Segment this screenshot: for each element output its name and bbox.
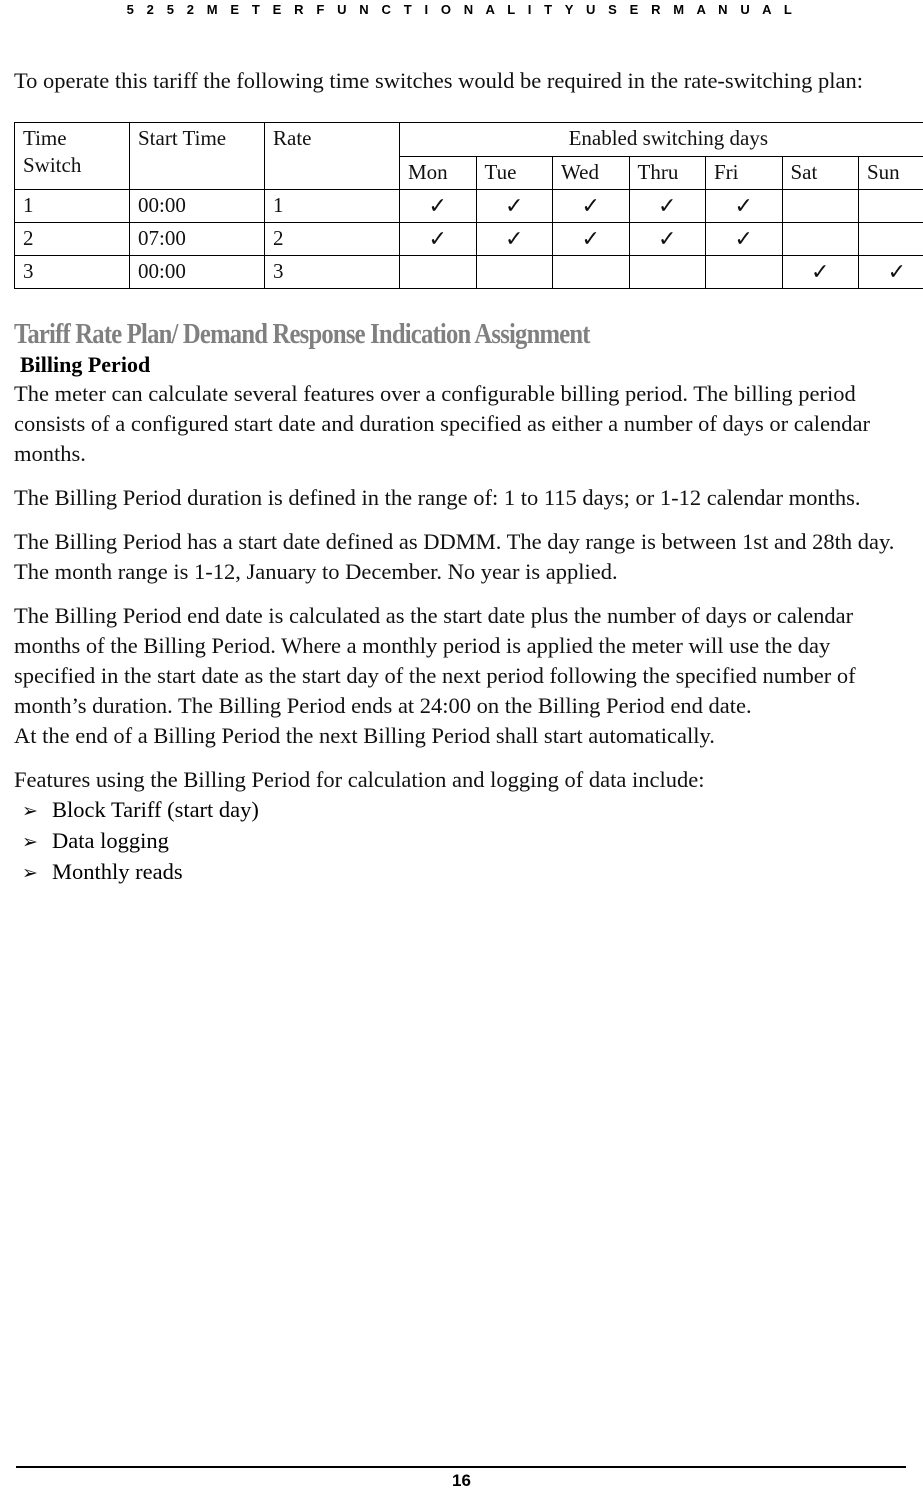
cell-day-tue-checked: ✓ <box>475 222 553 256</box>
column-header-time-switch: Time Switch <box>14 122 130 190</box>
table-header: Time Switch Start Time Rate Enabled swit… <box>14 122 923 190</box>
cell-day-sun-empty <box>858 222 923 256</box>
column-group-header-enabled-switching-days: Enabled switching days <box>399 122 923 157</box>
list-item: ➢ Monthly reads <box>14 857 910 888</box>
list-item-label: Data logging <box>52 828 169 853</box>
time-switch-table: Time Switch Start Time Rate Enabled swit… <box>14 122 923 289</box>
arrow-bullet-icon: ➢ <box>22 831 38 853</box>
cell-day-mon-checked: ✓ <box>399 222 477 256</box>
cell-day-mon-empty <box>399 255 477 289</box>
cell-day-fri-empty <box>705 255 783 289</box>
cell-day-tue-empty <box>475 255 553 289</box>
cell-day-sat-empty <box>781 222 859 256</box>
cell-time-switch: 2 <box>14 222 130 256</box>
column-header-start-time: Start Time <box>129 122 265 190</box>
cell-day-fri-checked: ✓ <box>705 189 783 223</box>
cell-time-switch: 3 <box>14 255 130 289</box>
table-row: 1 00:00 1 ✓ ✓ ✓ ✓ ✓ <box>14 189 923 223</box>
paragraph-duration-range: The Billing Period duration is defined i… <box>14 485 861 510</box>
features-list: ➢ Block Tariff (start day) ➢ Data logging ➢ M… <box>14 795 910 888</box>
cell-day-sat-checked: ✓ <box>781 255 859 289</box>
cell-day-fri-checked: ✓ <box>705 222 783 256</box>
footer-page-number: 16 <box>452 1471 471 1490</box>
table-header-row-1: Time Switch Start Time Rate Enabled swit… <box>14 122 923 190</box>
column-header-day-tue: Tue <box>475 156 553 190</box>
paragraph-start-date: The Billing Period has a start date defi… <box>14 529 895 584</box>
cell-day-tue-checked: ✓ <box>475 189 553 223</box>
cell-rate: 3 <box>264 255 400 289</box>
column-header-day-thru: Thru <box>628 156 706 190</box>
paragraph-end-date: The Billing Period end date is calculate… <box>14 603 856 718</box>
list-item-label: Monthly reads <box>52 859 183 884</box>
cell-day-sun-checked: ✓ <box>858 255 923 289</box>
table-row: 2 07:00 2 ✓ ✓ ✓ ✓ ✓ <box>14 222 923 256</box>
cell-day-thru-checked: ✓ <box>628 189 706 223</box>
column-header-day-sat: Sat <box>781 156 859 190</box>
document-page: 5 2 5 2 M E T E R F U N C T I O N A L I … <box>0 0 923 1494</box>
cell-rate: 1 <box>264 189 400 223</box>
cell-start-time: 00:00 <box>129 189 265 223</box>
sub-heading-billing-period: Billing Period <box>20 352 151 377</box>
cell-rate: 2 <box>264 222 400 256</box>
column-header-day-wed: Wed <box>552 156 630 190</box>
table-row: 3 00:00 3 ✓ ✓ <box>14 255 923 289</box>
table-body: 1 00:00 1 ✓ ✓ ✓ ✓ ✓ 2 07:00 2 ✓ ✓ ✓ ✓ ✓ 3 00:00 3 ✓ ✓ <box>14 189 923 289</box>
time-switch-line1: Time <box>23 126 67 150</box>
arrow-bullet-icon: ➢ <box>22 800 38 822</box>
cell-day-mon-checked: ✓ <box>399 189 477 223</box>
column-header-day-fri: Fri <box>705 156 783 190</box>
list-item: ➢ Block Tariff (start day) <box>14 795 910 826</box>
cell-day-thru-checked: ✓ <box>628 222 706 256</box>
cell-day-sun-empty <box>858 189 923 223</box>
intro-paragraph: To operate this tariff the following tim… <box>14 68 864 93</box>
page-content: To operate this tariff the following tim… <box>14 66 923 888</box>
cell-day-wed-empty <box>552 255 630 289</box>
footer-divider <box>16 1466 906 1468</box>
cell-day-thru-empty <box>628 255 706 289</box>
paragraph-billing-period-overview: The meter can calculate several features… <box>14 381 870 466</box>
paragraph-features-intro: Features using the Billing Period for ca… <box>14 767 705 792</box>
paragraph-auto-restart: At the end of a Billing Period the next … <box>14 723 715 748</box>
cell-day-wed-checked: ✓ <box>552 189 630 223</box>
running-header: 5 2 5 2 M E T E R F U N C T I O N A L I … <box>126 2 797 17</box>
cell-day-wed-checked: ✓ <box>552 222 630 256</box>
cell-start-time: 00:00 <box>129 255 265 289</box>
cell-day-sat-empty <box>781 189 859 223</box>
arrow-bullet-icon: ➢ <box>22 862 38 884</box>
cell-start-time: 07:00 <box>129 222 265 256</box>
list-item: ➢ Data logging <box>14 826 910 857</box>
section-heading: Tariff Rate Plan/ Demand Response Indica… <box>14 319 590 350</box>
list-item-label: Block Tariff (start day) <box>52 797 259 822</box>
time-switch-line2: Switch <box>23 153 82 177</box>
column-header-day-sun: Sun <box>858 156 923 190</box>
column-header-day-mon: Mon <box>399 156 477 190</box>
column-header-rate: Rate <box>264 122 400 190</box>
cell-time-switch: 1 <box>14 189 130 223</box>
